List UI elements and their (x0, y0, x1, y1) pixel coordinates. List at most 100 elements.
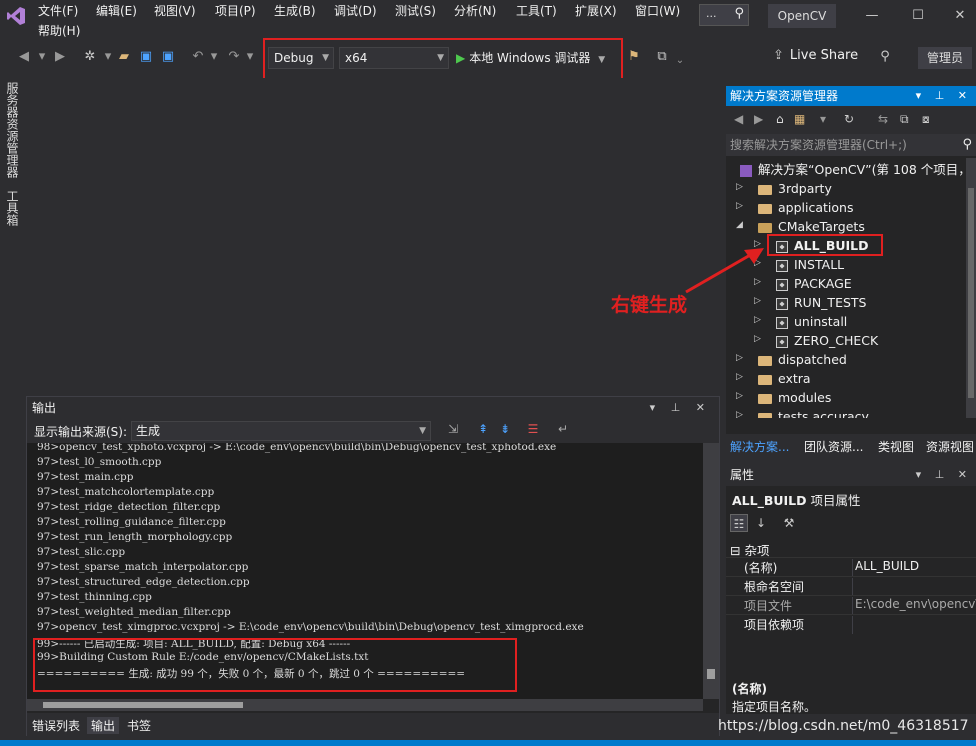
tree-node-tests-accuracy[interactable]: tests accuracy (758, 407, 869, 418)
tab-error-list[interactable]: 错误列表 (32, 717, 80, 734)
property-pages-icon[interactable]: ⚒ (780, 514, 798, 532)
output-vertical-scrollbar[interactable] (703, 443, 719, 699)
expand-arrow-icon[interactable]: ▷ (736, 372, 746, 382)
tree-node-package[interactable]: PACKAGE (776, 274, 852, 293)
scrollbar-thumb[interactable] (707, 669, 715, 679)
server-explorer-tab[interactable]: 服务器资源管理器 (4, 82, 21, 178)
back-icon[interactable]: ◀ (734, 112, 743, 126)
solution-tree-scrollbar[interactable] (966, 158, 976, 418)
solution-platform-select[interactable]: x64 ▼ (339, 47, 449, 69)
menu-project[interactable]: 项目(P) (215, 2, 256, 20)
home-icon[interactable]: ⌂ (776, 112, 784, 126)
property-row[interactable]: 项目文件 E:\code_env\opencv\ (726, 595, 976, 615)
expand-arrow-icon[interactable]: ▷ (736, 182, 746, 192)
open-folder-icon[interactable]: ▰ (116, 48, 132, 66)
tree-node-dispatched[interactable]: dispatched (758, 350, 847, 369)
toolbox-tab[interactable]: 工具箱 (4, 190, 21, 226)
start-debugging-button[interactable]: ▶ 本地 Windows 调试器 ▼ (456, 47, 616, 69)
tab-team-explorer[interactable]: 团队资源... (804, 438, 863, 455)
sync-icon[interactable]: ⇆ (878, 112, 888, 126)
browser-link-icon[interactable]: ⧉ (654, 48, 670, 66)
solution-search-input[interactable]: 搜索解决方案资源管理器(Ctrl+;) ⚲ (726, 134, 976, 156)
panel-window-controls[interactable]: ▾ ⊥ ✕ (916, 86, 972, 106)
menu-analyze[interactable]: 分析(N) (454, 2, 496, 20)
scrollbar-thumb[interactable] (43, 702, 243, 708)
new-dropdown-icon[interactable]: ▾ (100, 48, 116, 66)
tab-output[interactable]: 输出 (87, 717, 120, 734)
tree-node-zero-check[interactable]: ZERO_CHECK (776, 331, 878, 350)
menu-view[interactable]: 视图(V) (154, 2, 196, 20)
back-icon[interactable]: ◀ (16, 48, 32, 66)
tab-bookmarks[interactable]: 书签 (127, 717, 151, 734)
menu-file[interactable]: 文件(F) (38, 2, 78, 20)
feedback-icon[interactable]: ⚲ (877, 48, 893, 66)
show-all-files-icon[interactable]: ⧇ (922, 112, 930, 127)
maximize-button[interactable]: ☐ (908, 6, 928, 26)
output-source-select[interactable]: 生成 ▼ (131, 421, 431, 441)
tree-node-install[interactable]: INSTALL (776, 255, 844, 274)
minimize-button[interactable]: — (862, 6, 882, 26)
tree-node-applications[interactable]: applications (758, 198, 853, 217)
menu-extensions[interactable]: 扩展(X) (575, 2, 617, 20)
tree-node-modules[interactable]: modules (758, 388, 831, 407)
save-icon[interactable]: ▣ (138, 48, 154, 66)
new-item-icon[interactable]: ✲ (82, 48, 98, 66)
expand-arrow-icon[interactable]: ▷ (754, 315, 764, 325)
switch-views-icon[interactable]: ▦ (794, 112, 805, 126)
tree-solution-node[interactable]: 解决方案“OpenCV”(第 108 个项目，共 (740, 160, 966, 179)
menu-help[interactable]: 帮助(H) (38, 22, 80, 40)
tree-node-3rdparty[interactable]: 3rdparty (758, 179, 832, 198)
expand-arrow-icon[interactable]: ▷ (736, 201, 746, 211)
properties-object-selector[interactable]: ALL_BUILD 项目属性 (732, 490, 861, 509)
menu-tools[interactable]: 工具(T) (516, 2, 557, 20)
output-text-area[interactable]: 98>opencv_test_xphoto.vcxproj -> E:\code… (27, 443, 703, 699)
categorized-icon[interactable]: ☷ (730, 514, 748, 532)
menu-window[interactable]: 窗口(W) (635, 2, 680, 20)
tree-node-extra[interactable]: extra (758, 369, 811, 388)
expand-arrow-icon[interactable]: ▷ (754, 334, 764, 344)
chevron-down-icon[interactable]: ▾ (820, 112, 826, 126)
panel-window-controls[interactable]: ▾ ⊥ ✕ (916, 464, 972, 486)
alphabetical-icon[interactable]: ↓ (752, 514, 770, 532)
scrollbar-thumb[interactable] (968, 188, 974, 398)
menu-edit[interactable]: 编辑(E) (96, 2, 137, 20)
forward-icon[interactable]: ▶ (52, 48, 68, 66)
expand-arrow-icon[interactable]: ▷ (736, 410, 746, 418)
redo-icon[interactable]: ↷ (226, 48, 242, 66)
expand-arrow-icon[interactable]: ▷ (736, 353, 746, 363)
collapse-arrow-icon[interactable]: ◢ (736, 220, 746, 230)
property-row[interactable]: 项目依赖项 (726, 614, 976, 634)
toolbar-overflow-icon[interactable]: ⌄ (672, 52, 688, 70)
solution-config-select[interactable]: Debug ▼ (268, 47, 334, 69)
tab-solution-explorer[interactable]: 解决方案... (730, 438, 789, 455)
clear-all-icon[interactable]: ☰ (525, 422, 541, 438)
forward-icon[interactable]: ▶ (754, 112, 763, 126)
pending-changes-icon[interactable]: ↻ (844, 112, 854, 126)
save-all-icon[interactable]: ▣ (160, 48, 176, 66)
tree-node-uninstall[interactable]: uninstall (776, 312, 847, 331)
undo-dropdown-icon[interactable]: ▾ (206, 48, 222, 66)
menu-build[interactable]: 生成(B) (274, 2, 316, 20)
next-message-icon[interactable]: ⇟ (497, 422, 513, 438)
undo-icon[interactable]: ↶ (190, 48, 206, 66)
tab-class-view[interactable]: 类视图 (878, 438, 914, 455)
redo-dropdown-icon[interactable]: ▾ (242, 48, 258, 66)
property-row[interactable]: (名称) ALL_BUILD (726, 557, 976, 577)
output-horizontal-scrollbar[interactable] (27, 699, 703, 711)
menu-test[interactable]: 测试(S) (395, 2, 436, 20)
expand-arrow-icon[interactable]: ▷ (736, 391, 746, 401)
back-dropdown-icon[interactable]: ▾ (34, 48, 50, 66)
global-search-box[interactable]: ... ⚲ (699, 4, 749, 26)
browse-icon[interactable]: ⚑ (626, 48, 642, 66)
collapse-all-icon[interactable]: ⧉ (900, 112, 909, 127)
close-button[interactable]: ✕ (950, 6, 970, 26)
tree-node-run-tests[interactable]: RUN_TESTS (776, 293, 866, 312)
tab-resource-view[interactable]: 资源视图 (926, 438, 974, 455)
find-message-icon[interactable]: ⇲ (445, 422, 461, 438)
word-wrap-icon[interactable]: ↵ (555, 422, 571, 438)
menu-debug[interactable]: 调试(D) (334, 2, 377, 20)
previous-message-icon[interactable]: ⇞ (475, 422, 491, 438)
live-share-button[interactable]: ⇪ Live Share (773, 48, 858, 63)
property-row[interactable]: 根命名空间 (726, 576, 976, 596)
output-window-controls[interactable]: ▾ ⊥ ✕ (650, 397, 711, 419)
